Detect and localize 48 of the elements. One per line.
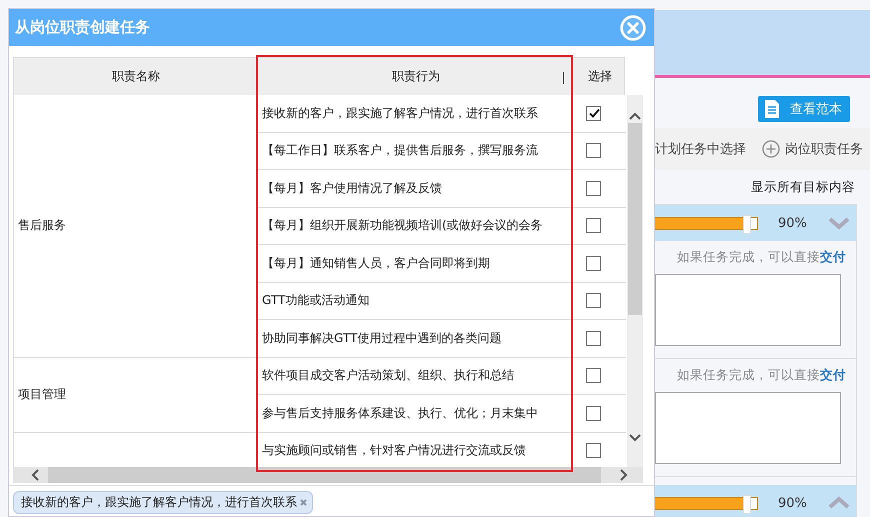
duty-action: 与实施顾问或销售，针对客户情况进行交流或反馈 <box>262 442 526 460</box>
add-icon <box>762 140 780 158</box>
duty-name: 项目管理 <box>18 386 66 403</box>
hint-text: 如果任务完成，可以直接交付 <box>676 367 846 384</box>
scrollbar-thumb[interactable] <box>628 123 642 315</box>
toolbar-link[interactable]: 岗位职责任务 <box>762 140 863 158</box>
duty-action: 【每月】客户使用情况了解及反馈 <box>262 180 442 197</box>
duty-action: 软件项目成交客户活动策划、组织、执行和总结 <box>262 367 514 384</box>
checkbox[interactable] <box>586 406 601 421</box>
scroll-down-icon[interactable] <box>628 433 642 443</box>
checkbox[interactable] <box>586 293 601 308</box>
checkbox[interactable] <box>586 180 601 196</box>
document-icon <box>764 99 780 119</box>
checkbox[interactable] <box>586 443 601 458</box>
deliver-link[interactable]: 交付 <box>820 249 846 264</box>
scrollbar-thumb[interactable] <box>48 467 601 483</box>
scroll-left-icon[interactable] <box>30 468 40 482</box>
text-area[interactable] <box>655 392 841 464</box>
selected-tag[interactable]: 接收新的客户，跟实施了解客户情况，进行首次联系 <box>13 491 313 514</box>
text-area[interactable] <box>655 274 841 346</box>
deliver-link[interactable]: 交付 <box>820 367 846 382</box>
checkbox[interactable] <box>586 330 601 346</box>
duty-action: 【每月】组织开展新功能视频培训(或做好会议的会务 <box>262 217 543 234</box>
duty-action: 【每工作日】联系客户，提供售后服务，撰写服务流 <box>262 142 538 160</box>
column-header: 选择 <box>588 68 612 85</box>
duty-action: 【每月】通知销售人员，客户合同即将到期 <box>262 254 490 272</box>
dialog-title: 从岗位职责创建任务 <box>15 18 150 37</box>
scroll-right-icon[interactable] <box>619 468 629 482</box>
duty-name: 售后服务 <box>18 217 66 234</box>
hint-text: 如果任务完成，可以直接交付 <box>676 249 846 266</box>
progress-percent: 90% <box>778 216 807 230</box>
duty-action: 参与售后支持服务体系建设、执行、优化；月末集中 <box>262 404 538 422</box>
duty-action: 接收新的客户，跟实施了解客户情况，进行首次联系 <box>262 104 538 122</box>
close-icon[interactable] <box>620 14 646 40</box>
checkbox[interactable] <box>586 218 601 234</box>
progress-percent: 90% <box>778 496 807 510</box>
duty-action: GTT功能或活动通知 <box>262 292 370 310</box>
checkbox[interactable] <box>586 106 601 121</box>
toolbar-link[interactable]: 计划任务中选择 <box>655 140 746 158</box>
checkbox[interactable] <box>586 368 601 384</box>
column-header: 职责名称 <box>112 68 160 85</box>
duty-action: 协助同事解决GTT使用过程中遇到的各类问题 <box>262 330 502 347</box>
checkbox[interactable] <box>586 143 601 158</box>
scroll-up-icon[interactable] <box>628 111 642 121</box>
column-header: 职责行为 <box>392 68 440 85</box>
filter-link[interactable]: 显示所有目标内容 <box>751 179 855 194</box>
checkbox[interactable] <box>586 256 601 271</box>
remove-icon[interactable] <box>299 498 308 507</box>
